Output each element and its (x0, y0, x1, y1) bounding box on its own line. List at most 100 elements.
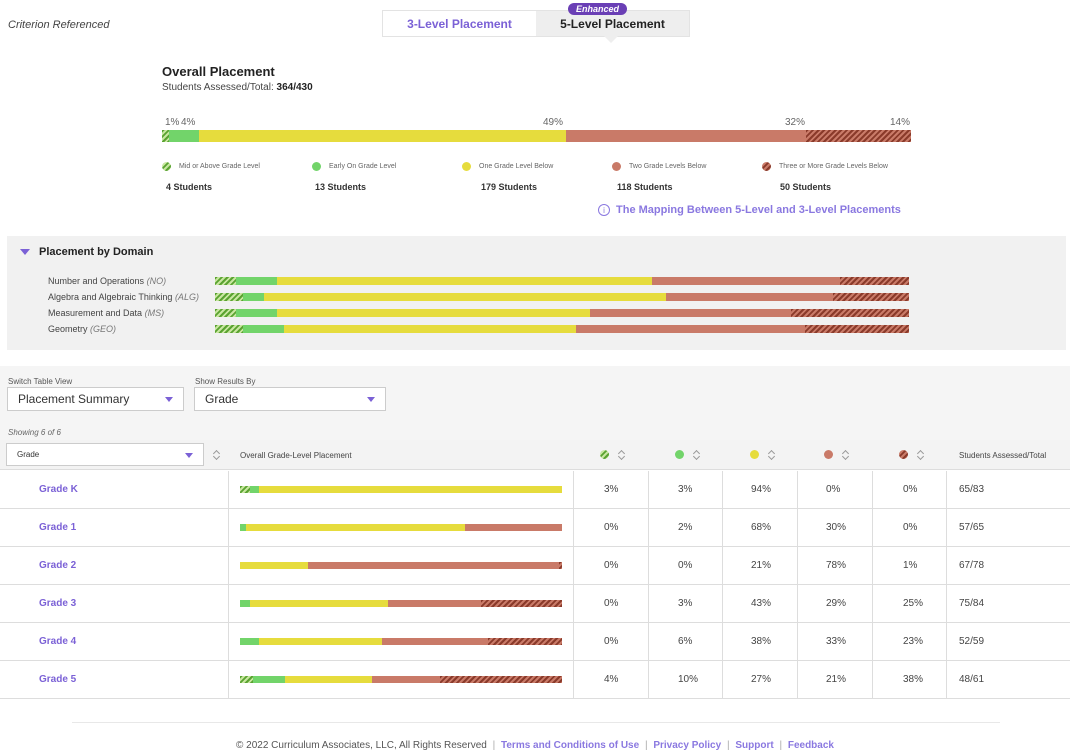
percent-cell: 78% (826, 560, 847, 571)
enhanced-badge: Enhanced (568, 3, 628, 15)
legend-two-below: Two Grade Levels Below (612, 162, 706, 171)
cell-divider (946, 623, 947, 661)
percent-cell: 68% (751, 522, 772, 533)
three-below-segment (558, 562, 562, 569)
table-row: Grade 3 0% 3% 43% 29% 25% 75/84 (0, 585, 1070, 623)
domain-label-ms: Measurement and Data (MS) (48, 308, 164, 318)
legend-mid-above: Mid or Above Grade Level (162, 162, 260, 171)
percent-cell: 25% (903, 598, 924, 609)
feedback-link[interactable]: Feedback (788, 740, 834, 751)
cell-divider (228, 509, 229, 547)
cell-divider (946, 585, 947, 623)
one-below-segment (277, 309, 590, 317)
context-label: Criterion Referenced (8, 19, 110, 31)
table-row: Grade 1 0% 2% 68% 30% 0% 57/65 (0, 509, 1070, 547)
two-below-segment (381, 638, 488, 645)
sort-icon[interactable] (842, 449, 850, 461)
cell-divider (872, 509, 873, 547)
sort-icon[interactable] (693, 449, 701, 461)
legend-one-below: One Grade Level Below (462, 162, 553, 171)
cell-divider (946, 661, 947, 699)
switch-table-view-select[interactable]: Placement Summary (7, 387, 184, 411)
early-on-segment (249, 486, 260, 493)
grade-link[interactable]: Grade 4 (39, 636, 76, 647)
domain-bar-no (215, 277, 909, 285)
select-value: Grade (17, 450, 40, 459)
placement-by-domain-toggle[interactable]: Placement by Domain (20, 246, 153, 258)
cell-divider (797, 509, 798, 547)
grade-link[interactable]: Grade 5 (39, 674, 76, 685)
assessed-cell: 75/84 (959, 598, 985, 609)
grade-link[interactable]: Grade K (39, 484, 78, 495)
cell-divider (573, 623, 574, 661)
three-below-segment (439, 676, 562, 683)
percent-label-mid-above: 1% (165, 117, 180, 128)
cell-divider (872, 623, 873, 661)
percent-label-early-on: 4% (181, 117, 196, 128)
mapping-link[interactable]: i The Mapping Between 5-Level and 3-Leve… (598, 204, 901, 216)
percent-cell: 0% (604, 636, 619, 647)
mid-above-segment (162, 130, 170, 142)
domain-bar-geo (215, 325, 909, 333)
students-assessed-label: Students Assessed/Total: (162, 82, 274, 93)
mid-above-segment (215, 293, 243, 301)
cell-divider (722, 661, 723, 699)
sort-icon[interactable] (213, 449, 221, 461)
grade-link[interactable]: Grade 2 (39, 560, 76, 571)
early-on-segment (242, 325, 285, 333)
early-on-segment (242, 293, 264, 301)
sort-icon[interactable] (618, 449, 626, 461)
cell-divider (228, 623, 229, 661)
domain-name: Geometry (48, 324, 88, 334)
grade-link[interactable]: Grade 1 (39, 522, 76, 533)
mid-above-segment (240, 486, 250, 493)
percent-label-three-below: 14% (890, 117, 911, 128)
chevron-down-icon (367, 397, 375, 402)
percent-cell: 27% (751, 674, 772, 685)
cell-divider (872, 471, 873, 509)
domain-label-alg: Algebra and Algebraic Thinking (ALG) (48, 292, 199, 302)
group-by-select[interactable]: Grade (6, 443, 204, 466)
percent-cell: 21% (826, 674, 847, 685)
mid-above-segment (240, 676, 253, 683)
cell-divider (872, 547, 873, 585)
tab-3-level-placement[interactable]: 3-Level Placement (383, 11, 536, 36)
domain-abbr: (MS) (144, 308, 165, 318)
table-row: Grade K 3% 3% 94% 0% 0% 65/83 (0, 471, 1070, 509)
percent-cell: 2% (678, 522, 693, 533)
cell-divider (648, 471, 649, 509)
show-results-by-select[interactable]: Grade (194, 387, 386, 411)
cell-divider (573, 585, 574, 623)
column-header-overall: Overall Grade-Level Placement (240, 451, 352, 460)
sort-icon[interactable] (768, 449, 776, 461)
assessed-cell: 57/65 (959, 522, 985, 533)
grade-link[interactable]: Grade 3 (39, 598, 76, 609)
cell-divider (648, 661, 649, 699)
percent-cell: 30% (826, 522, 847, 533)
cell-divider (648, 509, 649, 547)
percent-cell: 1% (903, 560, 918, 571)
cell-divider (648, 623, 649, 661)
domain-bar-alg (215, 293, 909, 301)
privacy-link[interactable]: Privacy Policy (653, 740, 721, 751)
legend-label: One Grade Level Below (479, 163, 554, 170)
cell-divider (797, 471, 798, 509)
percent-cell: 0% (826, 484, 841, 495)
domain-label-no: Number and Operations (NO) (48, 276, 166, 286)
terms-link[interactable]: Terms and Conditions of Use (501, 740, 639, 751)
percent-cell: 0% (604, 560, 619, 571)
cell-divider (722, 509, 723, 547)
collapse-triangle-icon (20, 249, 30, 255)
legend-count-one-below: 179 Students (481, 182, 538, 192)
assessed-cell: 48/61 (959, 674, 985, 685)
cell-divider (573, 547, 574, 585)
percent-cell: 38% (751, 636, 772, 647)
two-below-segment (575, 325, 805, 333)
sort-icon[interactable] (917, 449, 925, 461)
cell-divider (797, 623, 798, 661)
support-link[interactable]: Support (735, 740, 773, 751)
percent-cell: 0% (604, 598, 619, 609)
three-below-segment (832, 293, 909, 301)
legend-count-early-on: 13 Students (315, 182, 367, 192)
one-below-segment (263, 293, 667, 301)
